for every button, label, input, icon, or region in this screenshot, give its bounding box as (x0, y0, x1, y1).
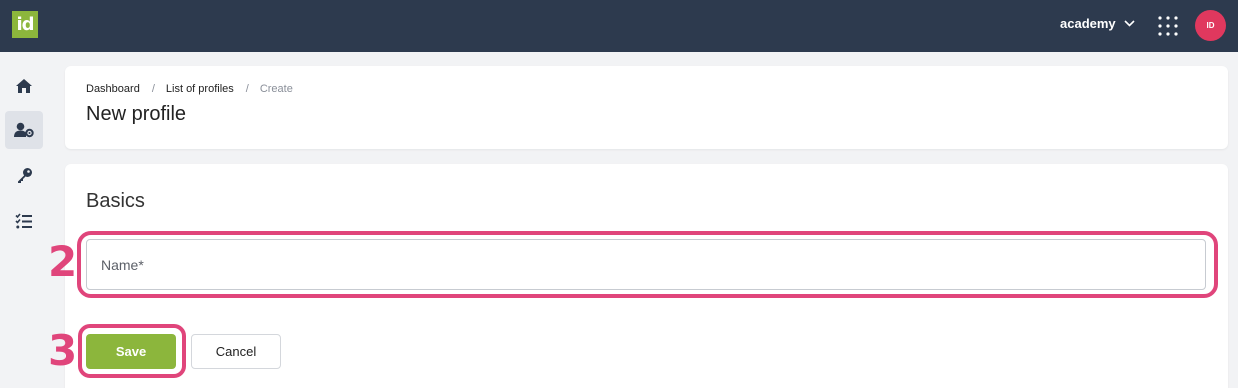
account-switcher[interactable]: academy (1060, 16, 1135, 31)
top-bar: id academy ID (0, 0, 1238, 52)
step-number-3: 3 (48, 326, 78, 375)
user-settings-icon (14, 122, 34, 138)
avatar[interactable]: ID (1195, 10, 1226, 41)
sidebar-item-checklist[interactable] (5, 202, 43, 240)
cancel-button[interactable]: Cancel (191, 334, 281, 369)
sidebar (0, 52, 50, 388)
sidebar-item-keys[interactable] (5, 156, 43, 194)
app-logo[interactable]: id (12, 11, 38, 38)
breadcrumb-separator: / (151, 83, 155, 95)
sidebar-item-profiles[interactable] (5, 111, 43, 149)
breadcrumb-separator: / (245, 83, 249, 95)
section-title-basics: Basics (86, 190, 145, 212)
sidebar-item-home[interactable] (5, 67, 43, 105)
chevron-down-icon (1124, 20, 1135, 27)
step-number-2: 2 (48, 237, 78, 286)
breadcrumb-create: Create (259, 83, 293, 95)
name-input[interactable] (86, 239, 1206, 290)
checklist-icon (15, 213, 32, 229)
breadcrumb: Dashboard / List of profiles / Create (86, 83, 293, 95)
page-header-card: Dashboard / List of profiles / Create Ne… (65, 66, 1228, 149)
profile-form-card: Basics Save Cancel (65, 164, 1228, 388)
breadcrumb-list-of-profiles[interactable]: List of profiles (166, 83, 234, 95)
save-button[interactable]: Save (86, 334, 176, 369)
account-label: academy (1060, 16, 1116, 31)
breadcrumb-dashboard[interactable]: Dashboard (86, 83, 140, 95)
page-title: New profile (86, 103, 187, 125)
grid-dots-icon[interactable] (1158, 16, 1178, 36)
key-icon (17, 167, 32, 183)
home-icon (16, 79, 32, 93)
